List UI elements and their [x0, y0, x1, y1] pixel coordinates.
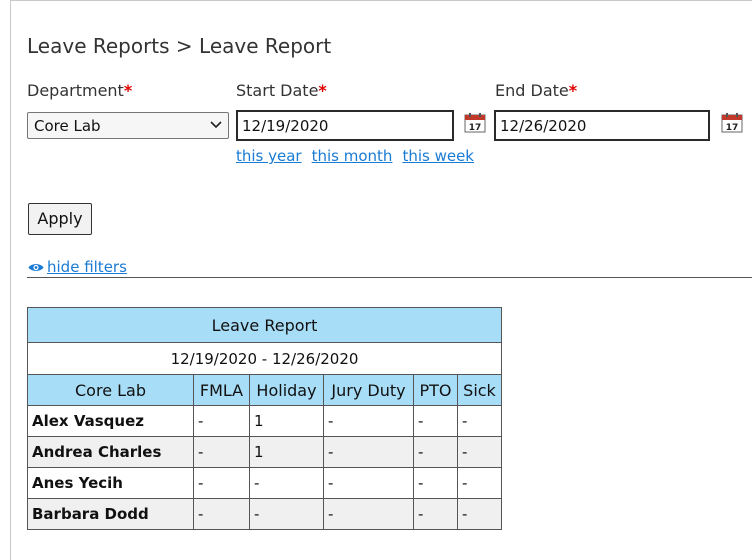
chevron-down-icon	[210, 121, 222, 129]
table-cell: -	[457, 498, 502, 530]
table-cell: -	[323, 436, 414, 468]
table-cell: -	[249, 467, 324, 499]
hide-filters-toggle[interactable]: hide filters	[28, 258, 127, 276]
employee-name: Barbara Dodd	[27, 498, 194, 530]
table-cell: -	[457, 467, 502, 499]
column-header: PTO	[413, 374, 458, 406]
table-cell: -	[413, 467, 458, 499]
this-week-link[interactable]: this week	[402, 147, 474, 165]
table-row: Alex Vasquez - 1 - - -	[27, 405, 502, 437]
department-select[interactable]: Core Lab	[27, 112, 229, 139]
column-header: Core Lab	[27, 374, 194, 406]
filter-divider	[27, 277, 752, 278]
table-cell: -	[413, 498, 458, 530]
table-cell: 1	[249, 436, 324, 468]
apply-button[interactable]: Apply	[28, 203, 92, 235]
hide-filters-link[interactable]: hide filters	[47, 258, 127, 276]
calendar-icon[interactable]: 17	[721, 113, 743, 133]
employee-name: Anes Yecih	[27, 467, 194, 499]
table-row: Andrea Charles - 1 - - -	[27, 436, 502, 468]
table-cell: -	[413, 436, 458, 468]
eye-icon	[28, 264, 44, 271]
report-caption: Leave Report	[27, 307, 502, 343]
page-title: Leave Reports > Leave Report	[27, 34, 332, 58]
quick-date-links: this year this month this week	[236, 147, 484, 165]
department-label: Department*	[27, 81, 133, 100]
table-cell: -	[413, 405, 458, 437]
employee-name: Andrea Charles	[27, 436, 194, 468]
table-cell: -	[323, 405, 414, 437]
table-cell: -	[193, 405, 250, 437]
table-cell: -	[323, 498, 414, 530]
end-date-input[interactable]: 12/26/2020	[494, 110, 710, 141]
table-row: Barbara Dodd - - - - -	[27, 498, 502, 530]
department-select-value: Core Lab	[34, 117, 101, 135]
table-cell: -	[457, 436, 502, 468]
start-date-label: Start Date*	[236, 81, 327, 100]
table-cell: -	[193, 467, 250, 499]
end-date-label: End Date*	[495, 81, 578, 100]
column-header: Sick	[457, 374, 502, 406]
calendar-icon[interactable]: 17	[464, 113, 486, 133]
leave-report-table: Leave Report 12/19/2020 - 12/26/2020 Cor…	[27, 307, 502, 530]
table-cell: -	[193, 498, 250, 530]
table-cell: -	[193, 436, 250, 468]
start-date-input[interactable]: 12/19/2020	[236, 110, 454, 141]
employee-name: Alex Vasquez	[27, 405, 194, 437]
svg-text:17: 17	[726, 123, 739, 133]
table-cell: -	[457, 405, 502, 437]
report-date-range: 12/19/2020 - 12/26/2020	[27, 342, 502, 375]
column-header: Holiday	[249, 374, 324, 406]
table-cell: 1	[249, 405, 324, 437]
table-cell: -	[249, 498, 324, 530]
table-cell: -	[323, 467, 414, 499]
svg-text:17: 17	[469, 123, 482, 133]
column-header: Jury Duty	[323, 374, 414, 406]
column-header: FMLA	[193, 374, 250, 406]
this-year-link[interactable]: this year	[236, 147, 302, 165]
table-row: Anes Yecih - - - - -	[27, 467, 502, 499]
this-month-link[interactable]: this month	[312, 147, 393, 165]
